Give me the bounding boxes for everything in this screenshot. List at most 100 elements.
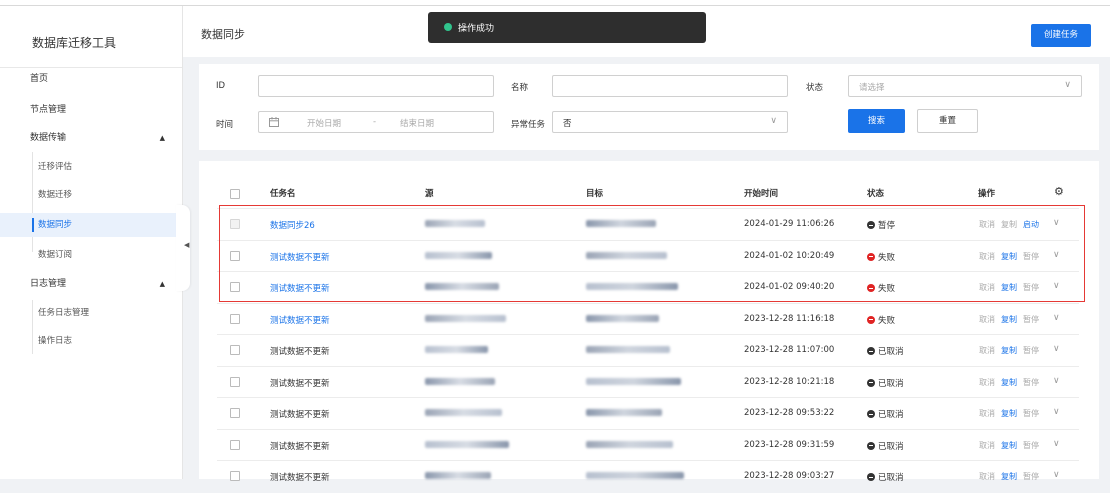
copy-action[interactable]: 复制 bbox=[1001, 251, 1017, 262]
target-redacted bbox=[586, 409, 662, 416]
pause-action[interactable]: 暂停 bbox=[1023, 345, 1039, 356]
sidebar-item-home[interactable]: 首页 bbox=[0, 65, 182, 93]
pause-action[interactable]: 暂停 bbox=[1023, 471, 1039, 482]
column-header-source: 源 bbox=[425, 189, 434, 199]
cancel-action[interactable]: 取消 bbox=[979, 440, 995, 451]
expand-chevron-icon[interactable]: ∨ bbox=[1053, 313, 1060, 323]
status-text: 已取消 bbox=[878, 347, 904, 357]
cancel-action[interactable]: 取消 bbox=[979, 377, 995, 388]
source-redacted bbox=[425, 472, 491, 479]
abnormal-task-value: 否 bbox=[563, 119, 572, 129]
select-all-checkbox[interactable] bbox=[230, 189, 240, 199]
expand-chevron-icon[interactable]: ∨ bbox=[1053, 344, 1060, 354]
cancel-action[interactable]: 取消 bbox=[979, 408, 995, 419]
expand-chevron-icon[interactable]: ∨ bbox=[1053, 439, 1060, 449]
status-select[interactable]: 请选择 ∨ bbox=[848, 75, 1082, 97]
task-table: 任务名 源 目标 开始时间 状态 操作 ⚙ 数据同步26 2024-01-29 1… bbox=[199, 161, 1099, 483]
task-name: 测试数据不更新 bbox=[270, 410, 330, 420]
sidebar-item-label: 数据订阅 bbox=[38, 250, 73, 260]
row-checkbox[interactable] bbox=[230, 250, 240, 261]
sidebar-item-label: 数据迁移 bbox=[38, 190, 73, 200]
column-header-status: 状态 bbox=[867, 189, 885, 199]
expand-chevron-icon[interactable]: ∨ bbox=[1053, 250, 1060, 260]
row-checkbox[interactable] bbox=[230, 376, 240, 387]
table-row: 数据同步26 2024-01-29 11:06:26 暂停 取消 复制 启动 ∨ bbox=[217, 208, 1079, 241]
expand-chevron-icon[interactable]: ∨ bbox=[1053, 407, 1060, 417]
sidebar-item-data-transfer[interactable]: 数据传输 ▲ bbox=[0, 124, 182, 152]
sidebar-item-data-subscription[interactable]: 数据订阅 bbox=[0, 243, 182, 267]
expand-chevron-icon[interactable]: ∨ bbox=[1053, 376, 1060, 386]
create-task-button[interactable]: 创建任务 bbox=[1031, 24, 1091, 47]
source-redacted bbox=[425, 314, 506, 322]
cancel-action[interactable]: 取消 bbox=[979, 471, 995, 482]
copy-action[interactable]: 复制 bbox=[1001, 219, 1017, 230]
table-row: 测试数据不更新 2024-01-02 09:40:20 失败 取消 复制 暂停 ∨ bbox=[217, 271, 1079, 304]
cancel-action[interactable]: 取消 bbox=[979, 251, 995, 262]
minus-circle-icon bbox=[867, 441, 875, 450]
expand-chevron-icon[interactable]: ∨ bbox=[1053, 218, 1060, 228]
status-text: 失败 bbox=[878, 284, 896, 294]
sidebar-item-log-management[interactable]: 日志管理 ▲ bbox=[0, 270, 182, 298]
copy-action[interactable]: 复制 bbox=[1001, 377, 1017, 388]
minus-circle-icon bbox=[867, 221, 875, 229]
pause-action[interactable]: 暂停 bbox=[1023, 282, 1039, 293]
table-header: 任务名 源 目标 开始时间 状态 操作 ⚙ bbox=[199, 178, 1099, 208]
date-range-picker[interactable]: 开始日期 - 结束日期 bbox=[258, 111, 494, 133]
target-redacted bbox=[586, 472, 684, 479]
start-time: 2023-12-28 09:03:27 bbox=[744, 471, 835, 481]
sidebar-item-operation-logs[interactable]: 操作日志 bbox=[0, 329, 182, 353]
abnormal-task-select[interactable]: 否 ∨ bbox=[552, 111, 788, 133]
sidebar-item-data-migration[interactable]: 数据迁移 bbox=[0, 183, 182, 207]
sidebar-collapse-handle[interactable]: ◀ bbox=[176, 205, 190, 291]
minus-circle-icon bbox=[867, 378, 875, 387]
status-text: 失败 bbox=[878, 252, 896, 263]
row-checkbox[interactable] bbox=[230, 471, 240, 481]
settings-gear-icon[interactable]: ⚙ bbox=[1054, 185, 1064, 198]
expand-chevron-icon[interactable]: ∨ bbox=[1053, 281, 1060, 291]
copy-action[interactable]: 复制 bbox=[1001, 408, 1017, 419]
pause-action[interactable]: 暂停 bbox=[1023, 377, 1039, 388]
status-text: 已取消 bbox=[878, 473, 904, 483]
task-name[interactable]: 数据同步26 bbox=[270, 219, 315, 231]
cancel-action[interactable]: 取消 bbox=[979, 345, 995, 356]
task-name: 测试数据不更新 bbox=[270, 473, 330, 483]
row-checkbox[interactable] bbox=[230, 313, 240, 324]
sidebar-item-nodes[interactable]: 节点管理 bbox=[0, 96, 182, 124]
row-checkbox[interactable] bbox=[230, 408, 240, 418]
pause-action[interactable]: 暂停 bbox=[1023, 408, 1039, 419]
name-input[interactable] bbox=[552, 75, 788, 97]
pause-action[interactable]: 暂停 bbox=[1023, 440, 1039, 451]
id-input[interactable] bbox=[258, 75, 494, 97]
row-checkbox[interactable] bbox=[230, 439, 240, 450]
copy-action[interactable]: 复制 bbox=[1001, 345, 1017, 356]
reset-button[interactable]: 重置 bbox=[917, 109, 978, 133]
calendar-icon bbox=[269, 117, 279, 127]
copy-action[interactable]: 复制 bbox=[1001, 314, 1017, 325]
sidebar-item-label: 首页 bbox=[30, 74, 49, 84]
sidebar-item-task-logs[interactable]: 任务日志管理 bbox=[0, 301, 182, 325]
copy-action[interactable]: 复制 bbox=[1001, 440, 1017, 451]
row-checkbox[interactable] bbox=[230, 345, 240, 355]
search-button[interactable]: 搜索 bbox=[848, 109, 905, 133]
source-redacted bbox=[425, 440, 509, 448]
pause-action[interactable]: 暂停 bbox=[1023, 314, 1039, 325]
row-checkbox[interactable] bbox=[230, 282, 240, 292]
end-date-placeholder: 结束日期 bbox=[400, 119, 435, 129]
status-text: 已取消 bbox=[878, 441, 904, 452]
status-badge: 失败 bbox=[867, 314, 895, 326]
task-name[interactable]: 测试数据不更新 bbox=[270, 282, 330, 294]
start-action[interactable]: 启动 bbox=[1023, 219, 1039, 230]
task-name[interactable]: 测试数据不更新 bbox=[270, 314, 330, 326]
copy-action[interactable]: 复制 bbox=[1001, 282, 1017, 293]
target-redacted bbox=[586, 283, 678, 290]
sidebar-item-data-sync[interactable]: 数据同步 bbox=[0, 213, 182, 237]
start-time: 2024-01-29 11:06:26 bbox=[744, 219, 835, 229]
cancel-action[interactable]: 取消 bbox=[979, 314, 995, 325]
copy-action[interactable]: 复制 bbox=[1001, 471, 1017, 482]
pause-action[interactable]: 暂停 bbox=[1023, 251, 1039, 262]
sidebar-item-migration-assessment[interactable]: 迁移评估 bbox=[0, 155, 182, 179]
cancel-action[interactable]: 取消 bbox=[979, 282, 995, 293]
task-name[interactable]: 测试数据不更新 bbox=[270, 251, 330, 263]
cancel-action[interactable]: 取消 bbox=[979, 219, 995, 230]
minus-circle-icon bbox=[867, 473, 875, 481]
